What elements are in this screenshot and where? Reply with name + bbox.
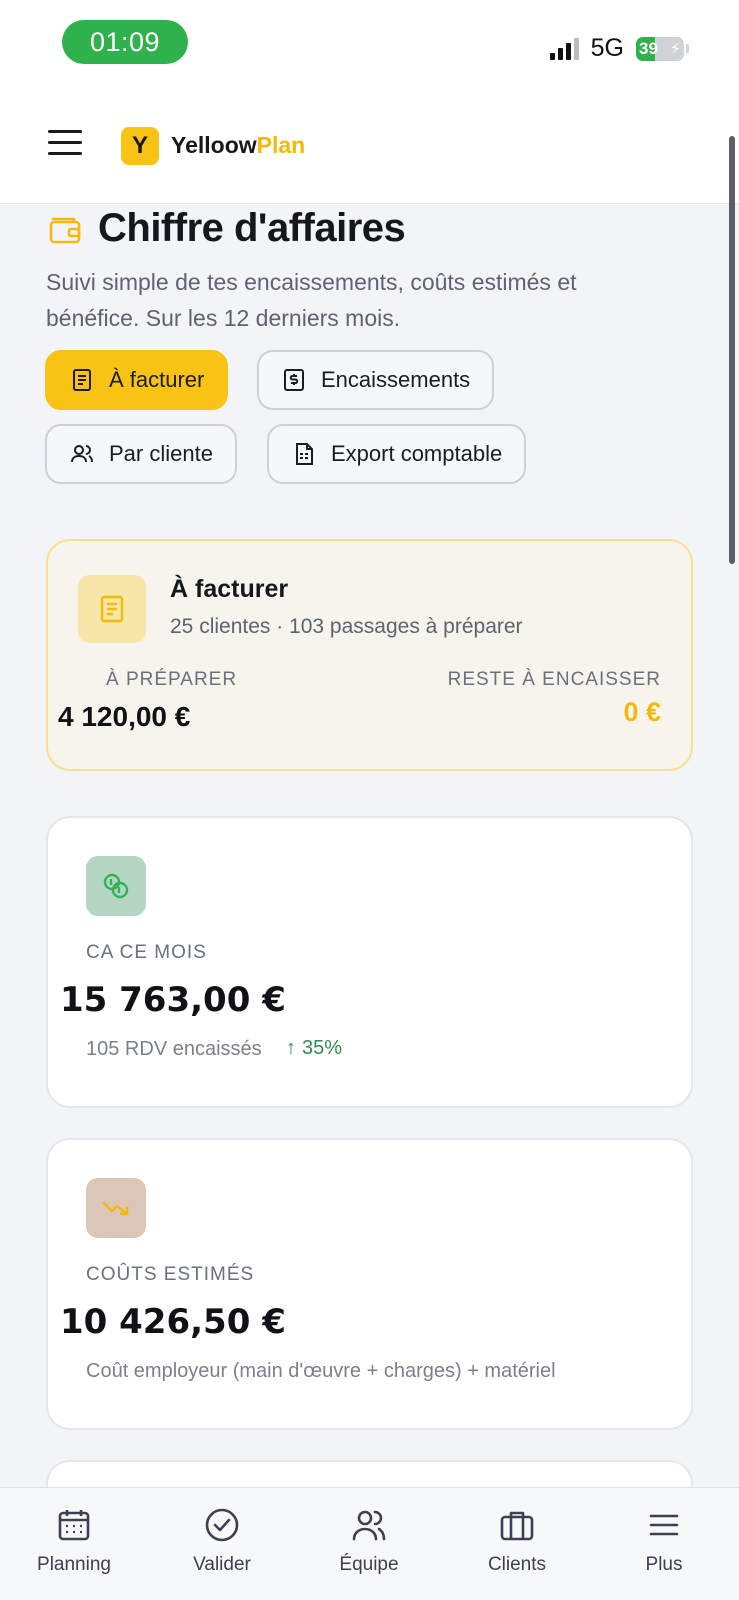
dollar-receipt-icon [284, 369, 304, 391]
revenue-label: CA CE MOIS [86, 942, 207, 963]
revenue-amount: 15 763,00 € [60, 980, 286, 1020]
check-circle-icon [205, 1508, 239, 1542]
remaining-label: RESTE À ENCAISSER [447, 669, 661, 690]
document-icon [296, 443, 313, 465]
bottom-navigation: Planning Valider Équipe Clients Plus [0, 1487, 739, 1600]
page-title: Chiffre d'affaires [98, 206, 406, 250]
team-icon [352, 1510, 386, 1541]
costs-card[interactable]: COÛTS ESTIMÉS 10 426,50 € Coût employeur… [46, 1138, 693, 1430]
costs-detail: Coût employeur (main d'œuvre + charges) … [86, 1360, 556, 1382]
revenue-trend: ↑ 35% [286, 1037, 342, 1060]
signal-icon [549, 37, 579, 60]
remaining-amount: 0 € [623, 697, 661, 727]
nav-label: Plus [645, 1554, 683, 1575]
chip-label: Encaissements [321, 367, 471, 392]
chip-label: Export comptable [331, 441, 503, 466]
prepare-label: À PRÉPARER [106, 669, 238, 690]
to-invoice-title: À facturer [170, 575, 289, 603]
network-type: 5G [590, 34, 624, 62]
trend-value: 35% [302, 1037, 343, 1059]
revenue-detail: 105 RDV encaissés [86, 1038, 262, 1060]
nav-plus[interactable]: Plus [604, 1506, 724, 1576]
nav-label: Valider [193, 1554, 251, 1575]
scrollbar[interactable] [729, 136, 735, 564]
coins-icon [86, 856, 146, 916]
briefcase-icon [500, 1511, 534, 1541]
menu-icon-line [48, 152, 82, 155]
trending-down-icon [86, 1178, 146, 1238]
receipt-icon [78, 575, 146, 643]
status-bar: 01:09 5G 39 ⚡ [0, 0, 739, 90]
chip-label: Par cliente [109, 441, 213, 466]
battery-icon: 39 ⚡ [636, 36, 684, 61]
costs-amount: 10 426,50 € [60, 1302, 286, 1342]
brand-name[interactable]: YelloowPlan [171, 132, 305, 159]
filter-export-comptable[interactable]: Export comptable [267, 424, 527, 484]
battery-tip [686, 44, 689, 53]
filter-encaissements[interactable]: Encaissements [257, 350, 495, 410]
page-subtitle: Suivi simple de tes encaissements, coûts… [46, 269, 577, 331]
menu-icon [649, 1514, 679, 1536]
nav-label: Clients [487, 1554, 547, 1575]
to-invoice-summary: 25 clientes · 103 passages à préparer [170, 615, 523, 638]
filter-par-cliente[interactable]: Par cliente [45, 424, 237, 484]
hamburger-menu-button[interactable] [48, 130, 82, 158]
chip-label: À facturer [109, 367, 205, 392]
menu-icon-line [48, 141, 82, 144]
prepare-amount: 4 120,00 € [58, 701, 191, 732]
wallet-icon [49, 217, 81, 243]
battery-level: 39 [639, 38, 658, 58]
calendar-icon [58, 1510, 90, 1541]
filter-a-facturer[interactable]: À facturer [45, 350, 229, 410]
brand-part-1: Yelloow [171, 132, 257, 158]
brand-part-2: Plan [256, 132, 306, 158]
revenue-card[interactable]: CA CE MOIS 15 763,00 € 105 RDV encaissés… [46, 816, 693, 1108]
nav-valider[interactable]: Valider [162, 1506, 282, 1576]
status-time: 01:09 [62, 20, 188, 64]
receipt-icon [73, 369, 91, 391]
page-header: Chiffre d'affaires [48, 206, 406, 251]
logo-icon[interactable]: Y [121, 127, 159, 165]
nav-label: Équipe [339, 1554, 399, 1575]
costs-label: COÛTS ESTIMÉS [86, 1264, 255, 1285]
nav-equipe[interactable]: Équipe [309, 1506, 429, 1576]
arrow-up-icon: ↑ [286, 1037, 296, 1059]
nav-planning[interactable]: Planning [14, 1506, 134, 1576]
nav-label: Planning [37, 1554, 111, 1575]
app-header: Y YelloowPlan [0, 90, 739, 204]
nav-clients[interactable]: Clients [457, 1506, 577, 1576]
status-indicators: 5G 39 ⚡ [549, 34, 689, 63]
charging-bolt-icon: ⚡ [669, 40, 681, 58]
users-icon [71, 445, 93, 463]
to-invoice-card[interactable]: À facturer 25 clientes · 103 passages à … [46, 539, 693, 771]
menu-icon-line [48, 130, 82, 133]
